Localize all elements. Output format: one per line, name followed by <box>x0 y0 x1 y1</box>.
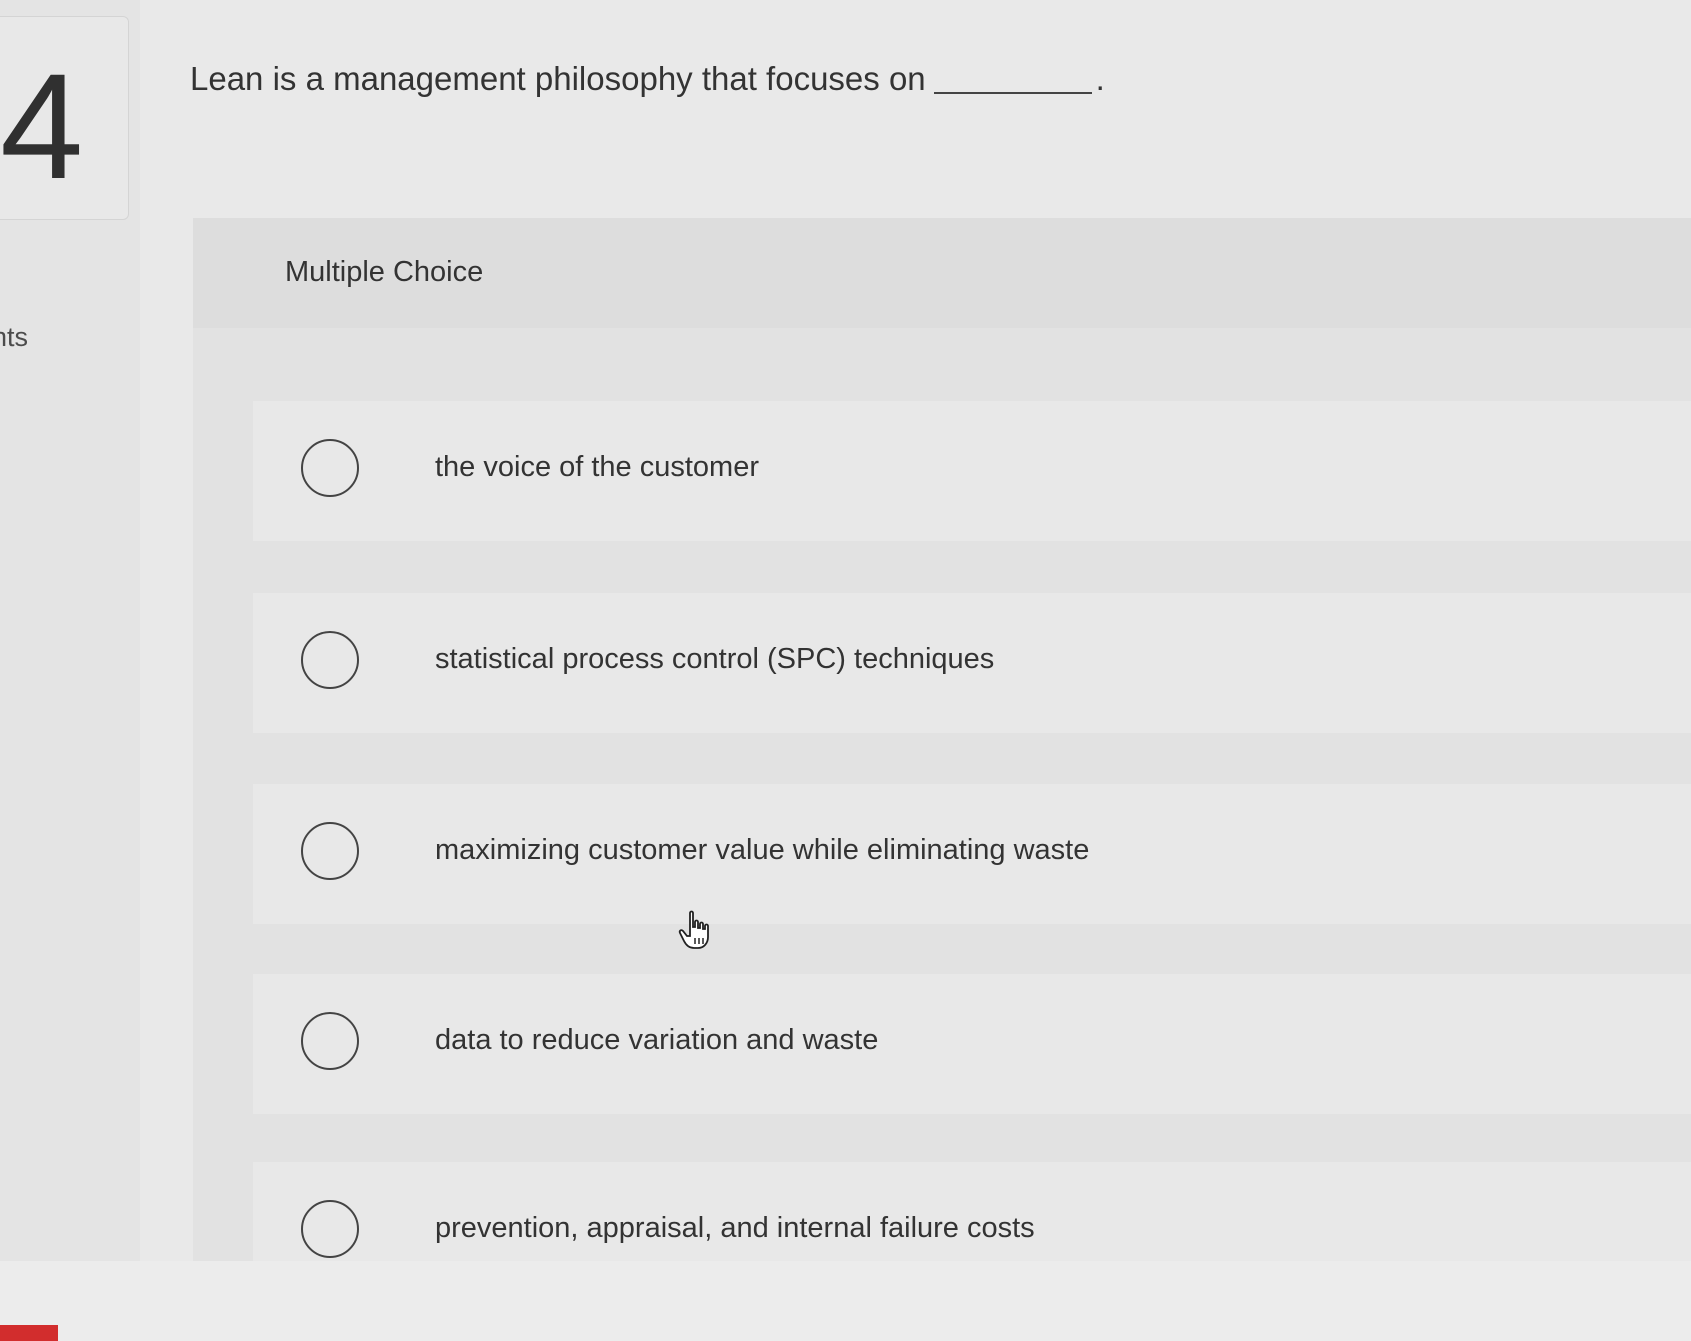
answer-option-label: data to reduce variation and waste <box>435 1024 879 1056</box>
bottom-strip <box>0 1261 1691 1341</box>
radio-button[interactable] <box>301 822 359 880</box>
answer-option[interactable]: maximizing customer value while eliminat… <box>253 784 1691 924</box>
radio-button[interactable] <box>301 1200 359 1258</box>
question-text: Lean is a management philosophy that foc… <box>190 60 926 97</box>
question-prompt: Lean is a management philosophy that foc… <box>190 60 1105 98</box>
answer-option[interactable]: the voice of the customer <box>253 401 1691 541</box>
multiple-choice-panel: Multiple Choice the voice of the custome… <box>193 218 1691 1261</box>
answer-option[interactable]: statistical process control (SPC) techni… <box>253 593 1691 733</box>
red-navigation-tab[interactable] <box>0 1325 58 1341</box>
radio-button[interactable] <box>301 1012 359 1070</box>
answer-option[interactable]: prevention, appraisal, and internal fail… <box>253 1162 1691 1261</box>
answer-option-label: maximizing customer value while eliminat… <box>435 834 1090 866</box>
question-number: 4 <box>0 42 84 210</box>
choice-header: Multiple Choice <box>193 218 1691 328</box>
answer-option[interactable]: data to reduce variation and waste <box>253 974 1691 1114</box>
question-number-box: 4 <box>0 16 129 220</box>
radio-button[interactable] <box>301 439 359 497</box>
question-type-label: Multiple Choice <box>285 256 484 288</box>
left-rail: 4 nts <box>0 0 140 1341</box>
points-label: nts <box>0 322 29 352</box>
answer-option-label: prevention, appraisal, and internal fail… <box>435 1212 1035 1244</box>
answer-blank <box>933 92 1092 94</box>
answer-option-label: statistical process control (SPC) techni… <box>435 643 995 675</box>
radio-button[interactable] <box>301 631 359 689</box>
answer-option-label: the voice of the customer <box>435 451 759 483</box>
question-suffix: . <box>1095 60 1105 97</box>
